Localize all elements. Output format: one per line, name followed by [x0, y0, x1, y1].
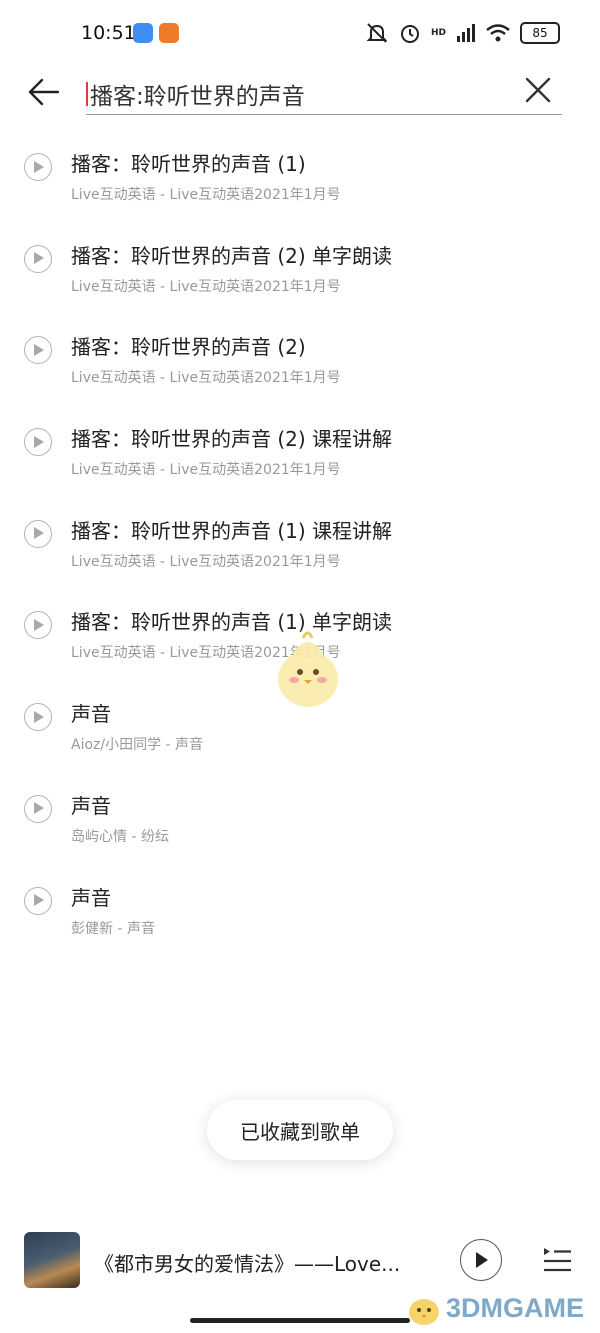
- result-title: 声音: [71, 885, 111, 910]
- result-row[interactable]: 播客：聆听世界的声音 (1) 课程讲解 Live互动英语 - Live互动英语2…: [0, 499, 600, 591]
- result-title: 播客：聆听世界的声音 (1) 课程讲解: [71, 518, 393, 543]
- alarm-icon: [400, 25, 419, 43]
- result-row[interactable]: 播客：聆听世界的声音 (2) 课程讲解 Live互动英语 - Live互动英语2…: [0, 407, 600, 499]
- toast-message: 已收藏到歌单: [207, 1100, 393, 1160]
- search-results-list: 播客：聆听世界的声音 (1) Live互动英语 - Live互动英语2021年1…: [0, 132, 600, 957]
- result-subtitle: Live互动英语 - Live互动英语2021年1月号: [71, 187, 341, 203]
- text-caret: [86, 82, 88, 106]
- play-button[interactable]: [460, 1239, 502, 1281]
- search-input[interactable]: 播客:聆听世界的声音: [86, 74, 562, 115]
- result-row[interactable]: 播客：聆听世界的声音 (1) Live互动英语 - Live互动英语2021年1…: [0, 132, 600, 224]
- play-circle-icon[interactable]: [24, 244, 52, 273]
- play-circle-icon[interactable]: [24, 336, 52, 365]
- notification-app-icon: [133, 23, 153, 43]
- play-circle-icon[interactable]: [24, 153, 52, 181]
- signal-label: HD: [430, 28, 446, 38]
- back-button[interactable]: [24, 72, 64, 112]
- home-indicator[interactable]: [190, 1318, 410, 1323]
- result-subtitle: Aioz/小田同学 - 声音: [71, 737, 204, 754]
- result-subtitle: 岛屿心情 - 纷纭: [71, 828, 169, 845]
- playlist-icon: [544, 1248, 571, 1272]
- search-query: 播客:聆听世界的声音: [90, 84, 305, 110]
- result-title: 声音: [71, 702, 111, 727]
- result-title: 播客：聆听世界的声音 (2) 单字朗读: [71, 243, 393, 268]
- result-row[interactable]: 声音 岛屿心情 - 纷纭: [0, 774, 600, 866]
- result-subtitle: Live互动英语 - Live互动英语2021年1月号: [71, 370, 341, 387]
- battery-indicator: 85: [520, 22, 560, 44]
- playlist-button[interactable]: [540, 1242, 574, 1276]
- play-circle-icon[interactable]: [24, 886, 52, 915]
- status-bar: 10:51 HD 85: [0, 0, 600, 64]
- result-row[interactable]: 播客：聆听世界的声音 (2) 单字朗读 Live互动英语 - Live互动英语2…: [0, 224, 600, 316]
- result-subtitle: Live互动英语 - Live互动英语2021年1月号: [71, 278, 341, 295]
- result-row[interactable]: 声音 彭健新 - 声音: [0, 866, 600, 958]
- result-title: 播客：聆听世界的声音 (1): [71, 152, 306, 176]
- clear-button[interactable]: [520, 72, 556, 108]
- notification-app-icon-2: [159, 23, 179, 43]
- result-title: 播客：聆听世界的声音 (1) 单字朗读: [71, 610, 393, 635]
- result-title: 播客：聆听世界的声音 (2) 课程讲解: [71, 427, 393, 452]
- wifi-icon: [486, 24, 510, 42]
- status-time: 10:51: [81, 22, 136, 44]
- result-title: 声音: [71, 793, 111, 818]
- play-circle-icon[interactable]: [24, 428, 52, 457]
- chick-logo-icon: [409, 1299, 439, 1325]
- play-circle-icon[interactable]: [24, 794, 52, 823]
- play-circle-icon[interactable]: [24, 519, 52, 548]
- album-cover[interactable]: [24, 1232, 80, 1288]
- site-watermark: 3DMGAME: [404, 1286, 594, 1330]
- watermark-text: 3DMGAME: [446, 1292, 585, 1323]
- status-icons: HD 85: [365, 22, 560, 44]
- result-title: 播客：聆听世界的声音 (2): [71, 335, 306, 360]
- result-subtitle: Live互动英语 - Live互动英语2021年1月号: [71, 553, 341, 570]
- signal-icon: [457, 24, 475, 42]
- play-circle-icon[interactable]: [24, 703, 52, 732]
- result-subtitle: 彭健新 - 声音: [71, 920, 155, 937]
- play-circle-icon[interactable]: [24, 611, 52, 640]
- now-playing-title[interactable]: 《都市男女的爱情法》——Love...: [94, 1248, 424, 1277]
- result-subtitle: Live互动英语 - Live互动英语2021年1月号: [71, 645, 341, 662]
- result-subtitle: Live互动英语 - Live互动英语2021年1月号: [71, 462, 341, 479]
- close-icon: [525, 77, 551, 103]
- search-header: 播客:聆听世界的声音: [0, 64, 600, 124]
- result-row[interactable]: 播客：聆听世界的声音 (1) 单字朗读 Live互动英语 - Live互动英语2…: [0, 590, 600, 682]
- result-row[interactable]: 播客：聆听世界的声音 (2) Live互动英语 - Live互动英语2021年1…: [0, 315, 600, 407]
- mute-icon: [366, 23, 388, 43]
- result-row[interactable]: 声音 Aioz/小田同学 - 声音: [0, 682, 600, 774]
- arrow-left-icon: [28, 78, 60, 106]
